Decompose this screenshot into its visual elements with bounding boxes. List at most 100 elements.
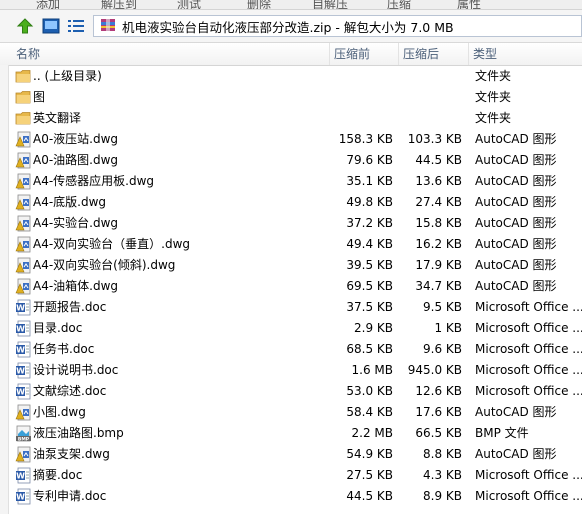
- file-row[interactable]: 小图.dwg 58.4 KB 17.6 KB AutoCAD 图形: [0, 402, 582, 423]
- menu-strip: 添加 解压到 测试 删除 自解压 压缩 属性: [0, 0, 582, 10]
- file-packed-size: 44.5 KB: [415, 153, 462, 167]
- svg-text:W: W: [16, 304, 25, 313]
- file-packed-size: 15.8 KB: [415, 216, 462, 230]
- menu-properties[interactable]: 属性: [457, 0, 481, 9]
- file-name: 油泵支架.dwg: [33, 447, 110, 461]
- file-name: A4-底版.dwg: [33, 195, 107, 209]
- file-row[interactable]: W 设计说明书.doc 1.6 MB 945.0 KB Microsoft Office…: [0, 360, 582, 381]
- autocad-file-icon: [15, 236, 32, 253]
- column-header-size[interactable]: 压缩后: [399, 43, 469, 65]
- file-type: AutoCAD 图形: [475, 258, 557, 272]
- word-document-icon: W: [15, 488, 32, 505]
- file-compressed-size: 2.9 KB: [354, 321, 393, 335]
- menu-sfx[interactable]: 自解压: [312, 0, 348, 9]
- address-text: 机电液实验台自动化液压部分改造.zip - 解包大小为 7.0 MB: [122, 19, 454, 35]
- file-packed-size: 4.3 KB: [423, 468, 462, 482]
- menu-compress[interactable]: 压缩: [387, 0, 411, 9]
- file-compressed-size: 49.8 KB: [346, 195, 393, 209]
- file-name: A0-液压站.dwg: [33, 132, 119, 146]
- file-type: Microsoft Office ...: [475, 342, 582, 356]
- file-row[interactable]: BMP 液压油路图.bmp 2.2 MB 66.5 KB BMP 文件: [0, 423, 582, 444]
- word-document-icon: W: [15, 299, 32, 316]
- menu-test[interactable]: 测试: [177, 0, 201, 9]
- file-row[interactable]: W 任务书.doc 68.5 KB 9.6 KB Microsoft Office ..…: [0, 339, 582, 360]
- file-compressed-size: 68.5 KB: [346, 342, 393, 356]
- svg-text:W: W: [16, 325, 25, 334]
- file-row[interactable]: A0-液压站.dwg 158.3 KB 103.3 KB AutoCAD 图形: [0, 129, 582, 150]
- file-name: 任务书.doc: [33, 342, 95, 356]
- file-type: AutoCAD 图形: [475, 195, 557, 209]
- file-type: AutoCAD 图形: [475, 216, 557, 230]
- file-packed-size: 16.2 KB: [415, 237, 462, 251]
- file-row[interactable]: 英文翻译 文件夹: [0, 108, 582, 129]
- menu-delete[interactable]: 删除: [247, 0, 271, 9]
- file-name: 英文翻译: [33, 111, 82, 125]
- file-compressed-size: 53.0 KB: [346, 384, 393, 398]
- file-packed-size: 27.4 KB: [415, 195, 462, 209]
- file-row[interactable]: A0-油路图.dwg 79.6 KB 44.5 KB AutoCAD 图形: [0, 150, 582, 171]
- folder-icon: [15, 89, 32, 106]
- autocad-file-icon: [15, 404, 32, 421]
- file-row[interactable]: W 开题报告.doc 37.5 KB 9.5 KB Microsoft Office .…: [0, 297, 582, 318]
- menu-extract-to[interactable]: 解压到: [101, 0, 137, 9]
- file-name: A4-双向实验台(倾斜).dwg: [33, 258, 176, 272]
- file-packed-size: 1 KB: [434, 321, 462, 335]
- column-header-name[interactable]: 名称: [12, 43, 330, 65]
- file-row[interactable]: 图 文件夹: [0, 87, 582, 108]
- file-name: 文献综述.doc: [33, 384, 107, 398]
- file-name: 专利申请.doc: [33, 489, 107, 503]
- file-compressed-size: 2.2 MB: [351, 426, 393, 440]
- svg-text:W: W: [16, 346, 25, 355]
- file-type: 文件夹: [475, 69, 512, 83]
- file-name: 图: [33, 90, 46, 104]
- file-compressed-size: 54.9 KB: [346, 447, 393, 461]
- word-document-icon: W: [15, 467, 32, 484]
- address-toolbar: 机电液实验台自动化液压部分改造.zip - 解包大小为 7.0 MB: [0, 10, 582, 43]
- file-row[interactable]: .. (上级目录) 文件夹: [0, 66, 582, 87]
- file-compressed-size: 39.5 KB: [346, 258, 393, 272]
- file-name: 目录.doc: [33, 321, 83, 335]
- file-compressed-size: 58.4 KB: [346, 405, 393, 419]
- file-compressed-size: 79.6 KB: [346, 153, 393, 167]
- file-packed-size: 66.5 KB: [415, 426, 462, 440]
- file-row[interactable]: A4-油箱体.dwg 69.5 KB 34.7 KB AutoCAD 图形: [0, 276, 582, 297]
- file-type: AutoCAD 图形: [475, 405, 557, 419]
- file-row[interactable]: 油泵支架.dwg 54.9 KB 8.8 KB AutoCAD 图形: [0, 444, 582, 465]
- file-type: Microsoft Office ...: [475, 489, 582, 503]
- archive-icon: [100, 17, 116, 36]
- column-header-compressed[interactable]: 压缩前: [330, 43, 399, 65]
- word-document-icon: W: [15, 383, 32, 400]
- file-packed-size: 13.6 KB: [415, 174, 462, 188]
- svg-text:W: W: [16, 493, 25, 502]
- file-compressed-size: 27.5 KB: [346, 468, 393, 482]
- svg-text:BMP: BMP: [18, 436, 30, 442]
- file-type: 文件夹: [475, 111, 512, 125]
- up-arrow-icon[interactable]: [14, 15, 36, 37]
- file-row[interactable]: A4-实验台.dwg 37.2 KB 15.8 KB AutoCAD 图形: [0, 213, 582, 234]
- file-row[interactable]: A4-传感器应用板.dwg 35.1 KB 13.6 KB AutoCAD 图形: [0, 171, 582, 192]
- file-type: AutoCAD 图形: [475, 237, 557, 251]
- file-type: Microsoft Office ...: [475, 384, 582, 398]
- file-row[interactable]: W 摘要.doc 27.5 KB 4.3 KB Microsoft Office ...: [0, 465, 582, 486]
- address-bar[interactable]: 机电液实验台自动化液压部分改造.zip - 解包大小为 7.0 MB: [93, 15, 582, 37]
- details-list-icon[interactable]: [65, 15, 87, 37]
- file-compressed-size: 44.5 KB: [346, 489, 393, 503]
- menu-add[interactable]: 添加: [36, 0, 60, 9]
- file-row[interactable]: W 目录.doc 2.9 KB 1 KB Microsoft Office ...: [0, 318, 582, 339]
- file-compressed-size: 69.5 KB: [346, 279, 393, 293]
- word-document-icon: W: [15, 320, 32, 337]
- file-row[interactable]: W 专利申请.doc 44.5 KB 8.9 KB Microsoft Office .…: [0, 486, 582, 507]
- autocad-file-icon: [15, 194, 32, 211]
- file-row[interactable]: A4-双向实验台(倾斜).dwg 39.5 KB 17.9 KB AutoCAD 图形: [0, 255, 582, 276]
- file-type: AutoCAD 图形: [475, 174, 557, 188]
- view-icon[interactable]: [40, 15, 62, 37]
- file-row[interactable]: W 文献综述.doc 53.0 KB 12.6 KB Microsoft Office …: [0, 381, 582, 402]
- file-row[interactable]: A4-双向实验台（垂直）.dwg 49.4 KB 16.2 KB AutoCAD 图形: [0, 234, 582, 255]
- file-name: 设计说明书.doc: [33, 363, 119, 377]
- autocad-file-icon: [15, 446, 32, 463]
- file-packed-size: 9.5 KB: [423, 300, 462, 314]
- file-name: A4-实验台.dwg: [33, 216, 119, 230]
- column-header-type[interactable]: 类型: [469, 43, 582, 65]
- file-packed-size: 17.9 KB: [415, 258, 462, 272]
- file-row[interactable]: A4-底版.dwg 49.8 KB 27.4 KB AutoCAD 图形: [0, 192, 582, 213]
